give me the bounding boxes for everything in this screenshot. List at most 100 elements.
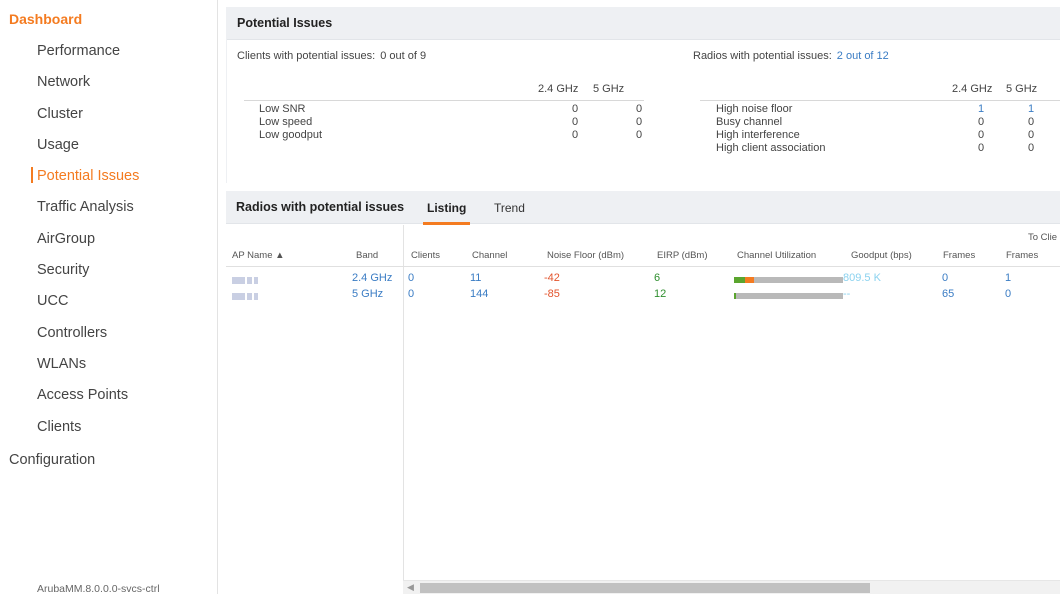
col-band[interactable]: Band xyxy=(356,250,378,261)
sidebar-item-usage[interactable]: Usage xyxy=(0,130,218,161)
value-24ghz: 0 xyxy=(572,116,579,128)
util-green-segment xyxy=(734,293,736,299)
sidebar: Dashboard Performance Network Cluster Us… xyxy=(0,0,218,594)
table-row: Low speed 0 0 xyxy=(244,116,644,129)
frames-cell[interactable]: 65 xyxy=(942,288,954,300)
sidebar-item-label: Potential Issues xyxy=(37,168,140,185)
col-frames-2[interactable]: Frames xyxy=(1006,250,1038,261)
sidebar-item-airgroup[interactable]: AirGroup xyxy=(0,224,218,255)
tab-trend[interactable]: Trend xyxy=(494,191,525,226)
value-24ghz: 0 xyxy=(978,129,985,141)
value-24ghz-link[interactable]: 1 xyxy=(978,103,984,116)
clients-issue-table: 2.4 GHz 5 GHz Low SNR 0 0 Low speed 0 0 xyxy=(244,83,644,153)
sidebar-item-cluster[interactable]: Cluster xyxy=(0,99,218,130)
issue-name: High interference xyxy=(716,129,800,141)
radios-table: To Clie AP Name ▲ Band Clients Channel N… xyxy=(226,225,1060,594)
radios-panel-header: Radios with potential issues Listing Tre… xyxy=(226,191,1060,226)
eirp-cell[interactable]: 12 xyxy=(654,288,666,300)
scroll-left-icon[interactable]: ◀ xyxy=(407,582,414,593)
radios-summary-link[interactable]: 2 out of 12 xyxy=(837,50,889,62)
channel-utilization-bar[interactable] xyxy=(734,277,843,283)
sidebar-item-clients[interactable]: Clients xyxy=(0,412,218,443)
radios-issue-table: 2.4 GHz 5 GHz High noise floor 1 1 Busy … xyxy=(700,83,1060,163)
sidebar-item-ucc[interactable]: UCC xyxy=(0,286,218,317)
band-cell[interactable]: 5 GHz xyxy=(352,288,383,300)
col-goodput[interactable]: Goodput (bps) xyxy=(851,250,912,261)
radios-col-5ghz: 5 GHz xyxy=(1006,83,1038,95)
horizontal-scrollbar[interactable]: ◀ xyxy=(403,580,1060,594)
sidebar-item-traffic-analysis[interactable]: Traffic Analysis xyxy=(0,192,218,223)
frames-cell[interactable]: 1 xyxy=(1005,272,1011,284)
scrollbar-thumb[interactable] xyxy=(420,583,870,593)
col-clients[interactable]: Clients xyxy=(411,250,440,261)
issue-name: Low SNR xyxy=(259,103,306,115)
clients-summary-label: Clients with potential issues: xyxy=(237,50,376,62)
frozen-column-divider xyxy=(403,225,404,580)
noise-floor-cell[interactable]: -42 xyxy=(544,272,560,284)
tab-listing[interactable]: Listing xyxy=(422,191,471,226)
col-eirp[interactable]: EIRP (dBm) xyxy=(657,250,708,261)
col-channel-utilization[interactable]: Channel Utilization xyxy=(737,250,816,261)
issue-name: Busy channel xyxy=(716,116,783,128)
col-channel[interactable]: Channel xyxy=(472,250,507,261)
value-5ghz: 0 xyxy=(636,129,643,141)
value-5ghz: 0 xyxy=(1028,116,1035,128)
col-ap-name[interactable]: AP Name ▲ xyxy=(232,250,285,261)
value-24ghz: 0 xyxy=(978,116,985,128)
radios-summary-label: Radios with potential issues: xyxy=(693,50,832,62)
value-5ghz: 0 xyxy=(1028,129,1035,141)
channel-cell[interactable]: 11 xyxy=(470,272,481,284)
clients-cell[interactable]: 0 xyxy=(408,288,414,300)
table-row: Busy channel 0 0 xyxy=(700,116,1060,129)
issue-name: Low goodput xyxy=(259,129,322,141)
channel-utilization-bar[interactable] xyxy=(734,293,843,299)
clients-summary: Clients with potential issues: 0 out of 9 xyxy=(237,50,426,62)
band-cell[interactable]: 2.4 GHz xyxy=(352,272,392,284)
radios-summary: Radios with potential issues: 2 out of 12 xyxy=(693,50,889,62)
divider xyxy=(244,100,644,101)
sidebar-item-controllers[interactable]: Controllers xyxy=(0,318,218,349)
goodput-cell[interactable]: 809.5 K xyxy=(843,272,881,284)
value-5ghz: 0 xyxy=(636,116,643,128)
app-window: Dashboard Performance Network Cluster Us… xyxy=(0,0,1060,594)
value-24ghz: 0 xyxy=(978,142,985,154)
clients-summary-value: 0 out of 9 xyxy=(380,50,427,62)
clients-cell[interactable]: 0 xyxy=(408,272,414,284)
col-noise-floor[interactable]: Noise Floor (dBm) xyxy=(547,250,624,261)
issue-name: High noise floor xyxy=(716,103,793,115)
sidebar-dashboard-heading[interactable]: Dashboard xyxy=(9,11,82,27)
sidebar-nav: Performance Network Cluster Usage Potent… xyxy=(0,36,218,443)
sidebar-item-potential-issues[interactable]: Potential Issues xyxy=(0,161,218,192)
sidebar-configuration[interactable]: Configuration xyxy=(9,452,95,468)
column-group-header: To Clie xyxy=(1028,232,1058,243)
main-content: Potential Issues Clients with potential … xyxy=(226,7,1060,594)
radios-panel-title: Radios with potential issues xyxy=(236,200,405,214)
radios-panel: Radios with potential issues Listing Tre… xyxy=(226,191,1060,594)
ap-name-redacted[interactable] xyxy=(232,276,262,284)
divider xyxy=(700,100,1060,101)
noise-floor-cell[interactable]: -85 xyxy=(544,288,560,300)
table-row: Low SNR 0 0 xyxy=(244,103,644,116)
value-5ghz: 0 xyxy=(1028,142,1035,154)
ap-name-redacted[interactable] xyxy=(232,292,262,300)
sidebar-item-performance[interactable]: Performance xyxy=(0,36,218,67)
frames-cell[interactable]: 0 xyxy=(1005,288,1011,300)
table-row: High interference 0 0 xyxy=(700,129,1060,142)
sidebar-item-wlans[interactable]: WLANs xyxy=(0,349,218,380)
value-5ghz-link[interactable]: 1 xyxy=(1028,103,1034,116)
eirp-cell[interactable]: 6 xyxy=(654,272,660,284)
issue-name: Low speed xyxy=(259,116,313,128)
frames-cell[interactable]: 0 xyxy=(942,272,948,284)
potential-issues-panel: Potential Issues Clients with potential … xyxy=(226,7,1060,183)
sidebar-item-access-points[interactable]: Access Points xyxy=(0,380,218,411)
goodput-cell[interactable]: -- xyxy=(843,288,850,300)
util-green-segment xyxy=(734,277,745,283)
sidebar-item-network[interactable]: Network xyxy=(0,67,218,98)
channel-cell[interactable]: 144 xyxy=(470,288,488,300)
radios-col-24ghz: 2.4 GHz xyxy=(952,83,993,95)
value-24ghz: 0 xyxy=(572,103,579,115)
active-indicator xyxy=(31,167,33,184)
col-frames-1[interactable]: Frames xyxy=(943,250,975,261)
sidebar-item-security[interactable]: Security xyxy=(0,255,218,286)
panel-title: Potential Issues xyxy=(227,7,1060,40)
